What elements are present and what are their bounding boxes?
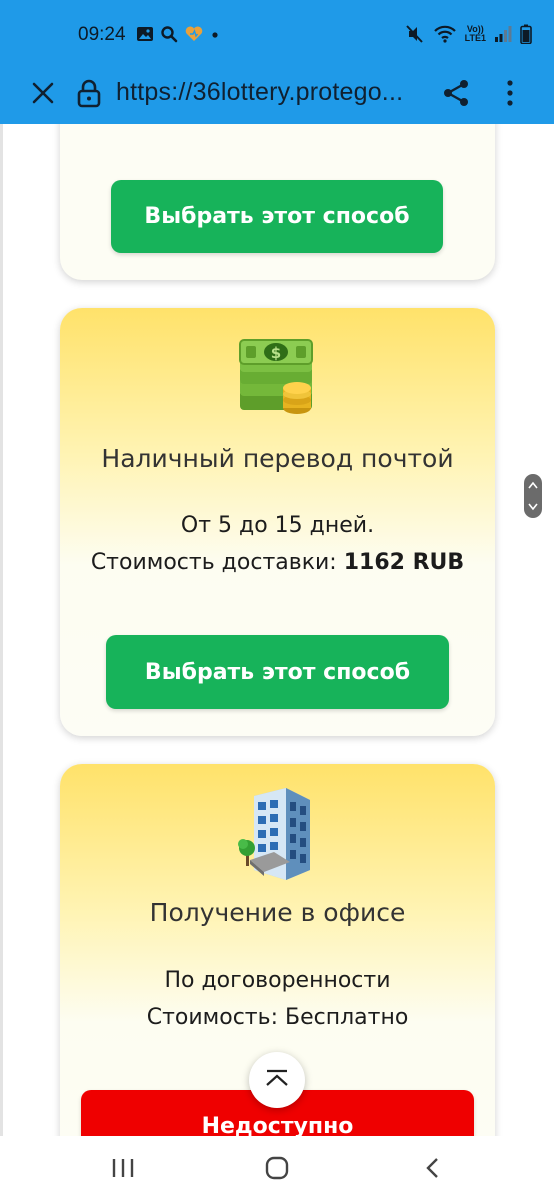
delivery-cost: Стоимость доставки: 1162 RUB [60,550,495,575]
delivery-cost-label: Стоимость доставки: [90,550,337,575]
system-nav-bar [0,1136,554,1200]
scroll-handle[interactable] [524,474,542,518]
card-title: Получение в офисе [149,898,406,927]
home-icon[interactable] [264,1156,290,1180]
wifi-icon [433,25,456,43]
office-building-icon [238,788,310,880]
page-edge [0,124,3,1136]
status-left-icons [136,25,220,43]
select-method-button[interactable]: Выбрать этот способ [111,180,443,253]
status-time: 09:24 [78,24,126,45]
more-options-icon[interactable] [498,78,522,108]
search-icon [161,26,178,43]
volte-icon: Vo)) LTE1 [465,25,486,43]
delivery-option-card-cash-mail: $ Наличный перевод почтой От 5 до 15 дне… [60,308,495,736]
dot-icon [212,32,218,38]
share-icon[interactable] [440,78,472,108]
delivery-time: От 5 до 15 дней. [180,513,375,538]
lock-icon[interactable] [76,78,102,108]
select-method-button[interactable]: Выбрать этот способ [106,635,449,709]
scroll-arrows-icon [528,481,538,511]
recent-apps-icon[interactable] [110,1156,136,1180]
svg-text:$: $ [271,344,281,362]
delivery-option-card: Выбрать этот способ [60,124,495,280]
card-title: Наличный перевод почтой [101,444,454,473]
close-icon[interactable] [28,78,58,108]
mute-icon [405,25,423,43]
delivery-cost-value: 1162 RUB [343,550,465,575]
signal-icon [495,26,512,42]
money-stack-icon: $ [239,339,313,414]
back-icon[interactable] [422,1156,444,1180]
url-text[interactable]: https://36lottery.protego... [116,78,421,107]
page-content: Выбрать этот способ $ Наличный перевод п… [0,124,554,1136]
lte-label: LTE1 [464,33,486,43]
status-right-icons: Vo)) LTE1 [405,24,532,44]
status-bar: 09:24 Vo)) LTE1 [0,0,554,62]
delivery-cost: Стоимость: Бесплатно [146,1005,409,1030]
gallery-icon [137,27,153,41]
browser-toolbar: https://36lottery.protego... [0,62,554,124]
battery-icon [520,24,532,44]
heart-icon [185,26,203,41]
delivery-time: По договоренности [164,968,391,993]
scroll-top-icon [266,1069,288,1086]
scroll-to-top-button[interactable] [249,1052,305,1108]
